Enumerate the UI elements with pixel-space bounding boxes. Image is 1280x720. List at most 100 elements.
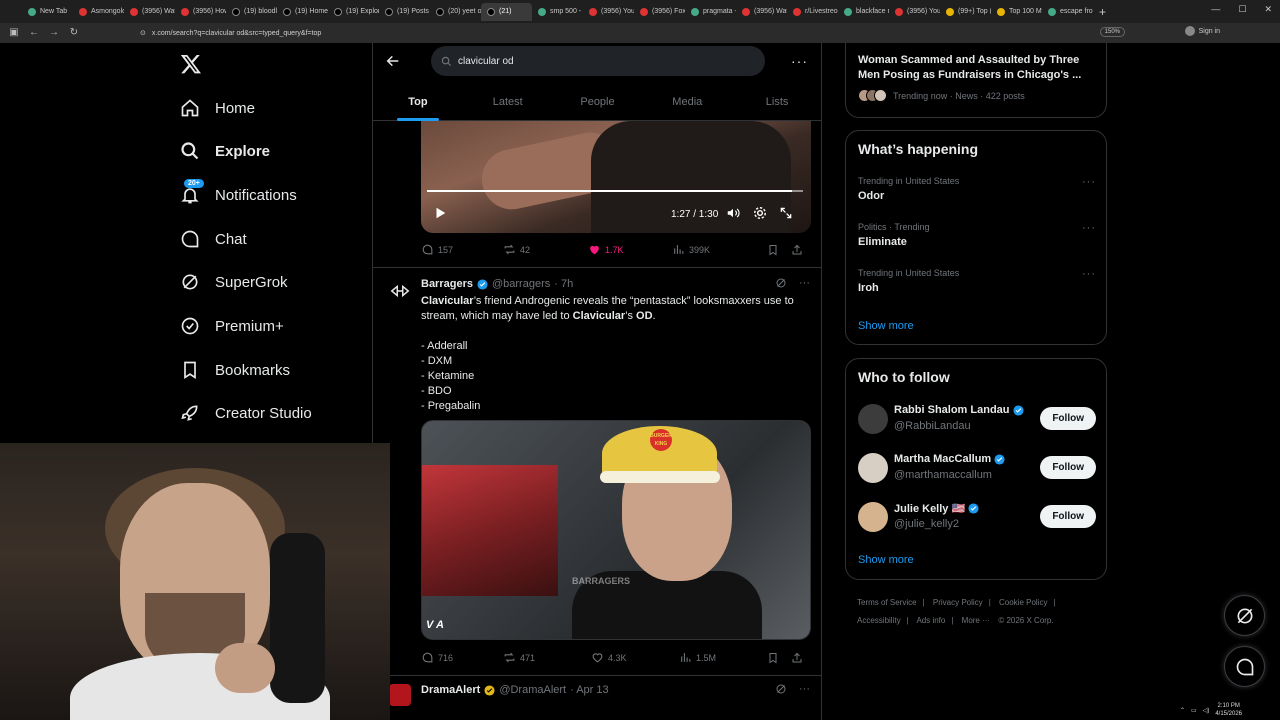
browser-tab[interactable]: smp 500 -: [532, 3, 583, 21]
show-more-link[interactable]: Show more: [858, 320, 914, 332]
more-options-icon[interactable]: ···: [1082, 176, 1096, 188]
tab-latest[interactable]: Latest: [463, 87, 553, 121]
news-card[interactable]: Woman Scammed and Assaulted by Three Men…: [845, 43, 1107, 118]
dramaalert-avatar[interactable]: [389, 684, 411, 706]
browser-tab[interactable]: (21): [481, 2, 532, 21]
video-progress-bar[interactable]: [427, 190, 803, 192]
footer-link-privacy[interactable]: Privacy Policy: [933, 598, 983, 607]
volume-icon[interactable]: [726, 206, 740, 220]
browser-tab[interactable]: (19) Home: [277, 3, 328, 21]
author-name[interactable]: Barragers: [421, 278, 473, 290]
search-input[interactable]: [458, 55, 748, 67]
nav-supergrok[interactable]: SuperGrok: [180, 267, 288, 297]
nav-bookmarks[interactable]: Bookmarks: [180, 355, 290, 385]
browser-tab[interactable]: (3956) You: [889, 3, 940, 21]
reply-button[interactable]: 157: [421, 243, 503, 256]
follow-button[interactable]: Follow: [1040, 456, 1096, 479]
share-icon[interactable]: [791, 652, 803, 664]
network-icon[interactable]: ▭: [1191, 707, 1197, 714]
settings-gear-icon[interactable]: [753, 206, 767, 220]
profile-button[interactable]: Sign in: [1184, 26, 1220, 36]
news-title[interactable]: Woman Scammed and Assaulted by Three Men…: [858, 53, 1098, 83]
repost-button[interactable]: 42: [503, 243, 588, 256]
reply-button[interactable]: 716: [421, 651, 503, 664]
follow-suggestion[interactable]: Martha MacCallum @marthamaccallum Follow: [858, 451, 1096, 485]
browser-tab[interactable]: (3956) Wat: [736, 3, 787, 21]
follow-button[interactable]: Follow: [1040, 407, 1096, 430]
like-button[interactable]: 4.3K: [591, 651, 679, 664]
browser-tab[interactable]: (20) yeet o: [430, 3, 481, 21]
footer-link-more[interactable]: More ···: [962, 616, 990, 625]
browser-tab[interactable]: escape fro: [1042, 3, 1093, 21]
browser-tab[interactable]: pragmata -: [685, 3, 736, 21]
nav-explore[interactable]: Explore: [180, 136, 270, 166]
browser-tab[interactable]: (19) Explor: [328, 3, 379, 21]
share-icon[interactable]: [791, 244, 803, 256]
zoom-indicator[interactable]: 150%: [1099, 27, 1125, 37]
more-options-icon[interactable]: ···: [791, 53, 808, 69]
grok-icon[interactable]: [775, 277, 787, 289]
footer-link-terms[interactable]: Terms of Service: [857, 598, 917, 607]
author-name[interactable]: DramaAlert: [421, 684, 480, 696]
browser-tab[interactable]: Top 100 M: [991, 3, 1042, 21]
sidebar-toggle-icon[interactable]: ▣: [8, 27, 20, 39]
grok-icon[interactable]: [775, 683, 787, 695]
follow-button[interactable]: Follow: [1040, 505, 1096, 528]
close-icon[interactable]: ✕: [1264, 4, 1272, 15]
bookmark-icon[interactable]: [767, 244, 779, 256]
volume-icon[interactable]: ◁): [1203, 707, 1210, 714]
repost-button[interactable]: 471: [503, 651, 591, 664]
minimize-icon[interactable]: —: [1211, 4, 1220, 15]
browser-tab[interactable]: (3956) Wat: [124, 3, 175, 21]
like-button[interactable]: 1.7K: [588, 243, 672, 256]
more-options-icon[interactable]: ···: [1082, 268, 1096, 280]
more-options-icon[interactable]: ···: [1082, 222, 1096, 234]
browser-tab[interactable]: (19) bloodl: [226, 3, 277, 21]
tray-chevron-icon[interactable]: ⌃: [1180, 707, 1185, 714]
follow-suggestion[interactable]: Julie Kelly 🇺🇸 @julie_kelly2 Follow: [858, 500, 1096, 534]
more-options-icon[interactable]: ···: [799, 683, 810, 695]
nav-notifications[interactable]: 20+ Notifications: [180, 179, 297, 210]
back-arrow-icon[interactable]: [385, 53, 401, 69]
avatar[interactable]: [858, 502, 888, 532]
back-arrow-icon[interactable]: ←: [28, 27, 40, 39]
system-clock[interactable]: 2:10 PM 4/15/2026: [1215, 702, 1242, 718]
nav-home[interactable]: Home: [180, 93, 255, 123]
author-handle[interactable]: @DramaAlert: [499, 684, 566, 696]
forward-arrow-icon[interactable]: →: [48, 27, 60, 39]
more-options-icon[interactable]: ···: [799, 277, 810, 289]
bookmark-icon[interactable]: [767, 652, 779, 664]
footer-link-cookie[interactable]: Cookie Policy: [999, 598, 1047, 607]
search-box[interactable]: [431, 46, 765, 76]
tab-people[interactable]: People: [553, 87, 643, 121]
footer-link-ads-info[interactable]: Ads info: [916, 616, 945, 625]
new-tab-button[interactable]: +: [1099, 5, 1106, 19]
barragers-avatar[interactable]: [389, 280, 411, 302]
follow-suggestion[interactable]: Rabbi Shalom Landau @RabbiLandau Follow: [858, 402, 1096, 436]
video-player[interactable]: 1:27 / 1:30: [421, 121, 811, 233]
post-time[interactable]: · 7h: [554, 278, 573, 290]
browser-tab[interactable]: (3956) Fox: [634, 3, 685, 21]
views-button[interactable]: 399K: [672, 243, 767, 256]
avatar[interactable]: [858, 453, 888, 483]
views-button[interactable]: 1.5M: [679, 651, 767, 664]
browser-tab[interactable]: New Tab: [22, 3, 73, 21]
author-handle[interactable]: @barragers: [492, 278, 550, 290]
fullscreen-icon[interactable]: [779, 206, 793, 220]
tab-media[interactable]: Media: [642, 87, 732, 121]
trend-item[interactable]: Politics · Trending Eliminate ···: [858, 222, 1096, 248]
browser-tab[interactable]: (19) Posts: [379, 3, 430, 21]
play-icon[interactable]: [433, 206, 447, 220]
tab-top[interactable]: Top: [373, 87, 463, 121]
browser-tab[interactable]: Asmongold: [73, 3, 124, 21]
x-logo-icon[interactable]: [180, 53, 202, 75]
browser-tab[interactable]: (3956) You: [583, 3, 634, 21]
avatar[interactable]: [858, 404, 888, 434]
nav-premium[interactable]: Premium+: [180, 311, 284, 341]
post-dramaalert[interactable]: DramaAlert @DramaAlert · Apr 13 ···: [373, 675, 821, 720]
trend-item[interactable]: Trending in United States Iroh ···: [858, 268, 1096, 294]
chat-float-button[interactable]: [1224, 646, 1265, 687]
url-field[interactable]: ⊙ x.com/search?q=clavicular od&src=typed…: [140, 29, 321, 38]
post-time[interactable]: · Apr 13: [570, 684, 609, 696]
reload-icon[interactable]: ↻: [68, 27, 80, 39]
